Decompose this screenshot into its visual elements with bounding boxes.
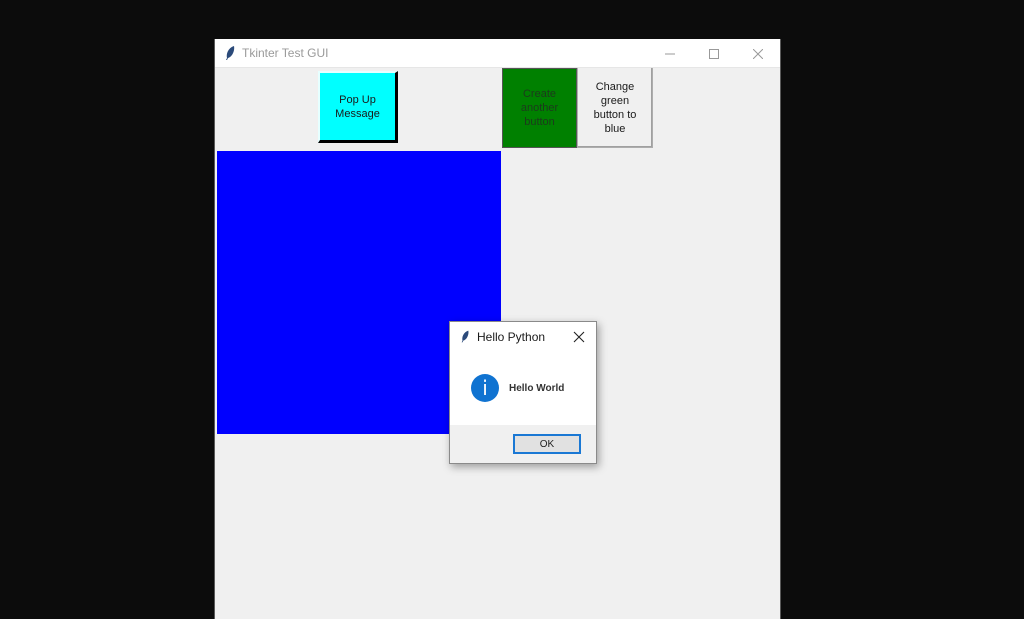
maximize-icon: [709, 48, 719, 59]
maximize-button[interactable]: [692, 39, 736, 68]
change-color-label: Change green button to blue: [593, 80, 637, 135]
info-icon: i: [471, 374, 499, 402]
popup-message-button[interactable]: Pop Up Message: [318, 71, 398, 143]
dialog-footer: OK: [450, 425, 596, 463]
create-button[interactable]: Create another button: [502, 68, 577, 148]
close-icon: [753, 48, 763, 59]
message-dialog: Hello Python i Hello World OK: [449, 321, 597, 464]
close-button[interactable]: [736, 39, 780, 68]
title-bar[interactable]: Tkinter Test GUI: [215, 39, 780, 68]
feather-icon: [461, 330, 469, 343]
minimize-button[interactable]: [648, 39, 692, 68]
feather-icon: [226, 46, 235, 60]
ok-button[interactable]: OK: [513, 434, 581, 454]
popup-message-label: Pop Up Message: [335, 93, 380, 120]
info-glyph: i: [482, 376, 488, 400]
window-title: Tkinter Test GUI: [242, 46, 329, 60]
dialog-title: Hello Python: [477, 330, 546, 344]
dialog-message: Hello World: [509, 383, 565, 394]
change-color-button[interactable]: Change green button to blue: [577, 68, 653, 148]
close-icon[interactable]: [572, 330, 586, 344]
create-button-label: Create another button: [520, 88, 559, 128]
minimize-icon: [665, 53, 675, 54]
